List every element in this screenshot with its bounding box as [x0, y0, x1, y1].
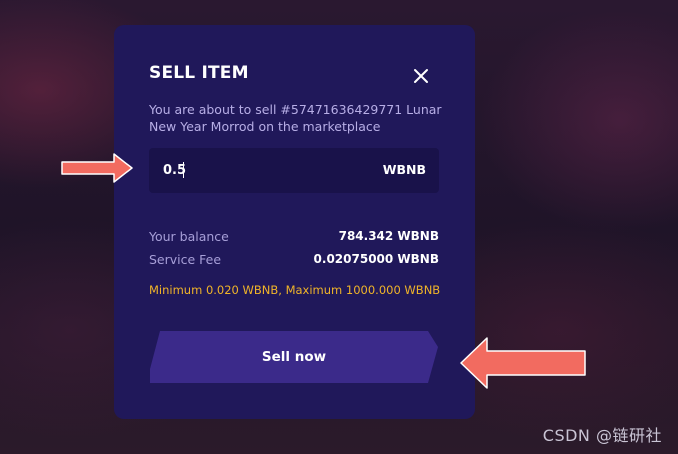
balance-label: Your balance	[149, 229, 229, 244]
price-limits-note: Minimum 0.020 WBNB, Maximum 1000.000 WBN…	[149, 283, 441, 297]
sell-now-button[interactable]: Sell now	[150, 331, 440, 383]
close-icon	[414, 69, 428, 83]
red-arrow-icon	[460, 337, 586, 389]
balance-row: Your balance 784.342 WBNB	[149, 229, 439, 247]
price-field[interactable]: WBNB	[149, 148, 439, 193]
red-arrow-icon	[61, 153, 133, 183]
sell-item-modal: SELL ITEM You are about to sell #5747163…	[114, 25, 475, 419]
service-fee-value: 0.02075000 WBNB	[313, 252, 439, 266]
currency-unit: WBNB	[382, 162, 426, 177]
service-fee-label: Service Fee	[149, 252, 222, 267]
modal-title: SELL ITEM	[149, 63, 249, 83]
watermark: CSDN @链研社	[542, 426, 662, 445]
balance-value: 784.342 WBNB	[338, 229, 439, 243]
text-caret	[183, 162, 184, 178]
close-button[interactable]	[408, 63, 434, 89]
sell-description: You are about to sell #57471636429771 Lu…	[149, 102, 442, 134]
service-fee-row: Service Fee 0.02075000 WBNB	[149, 252, 439, 270]
sell-now-label: Sell now	[261, 349, 327, 365]
price-input[interactable]	[163, 148, 353, 193]
